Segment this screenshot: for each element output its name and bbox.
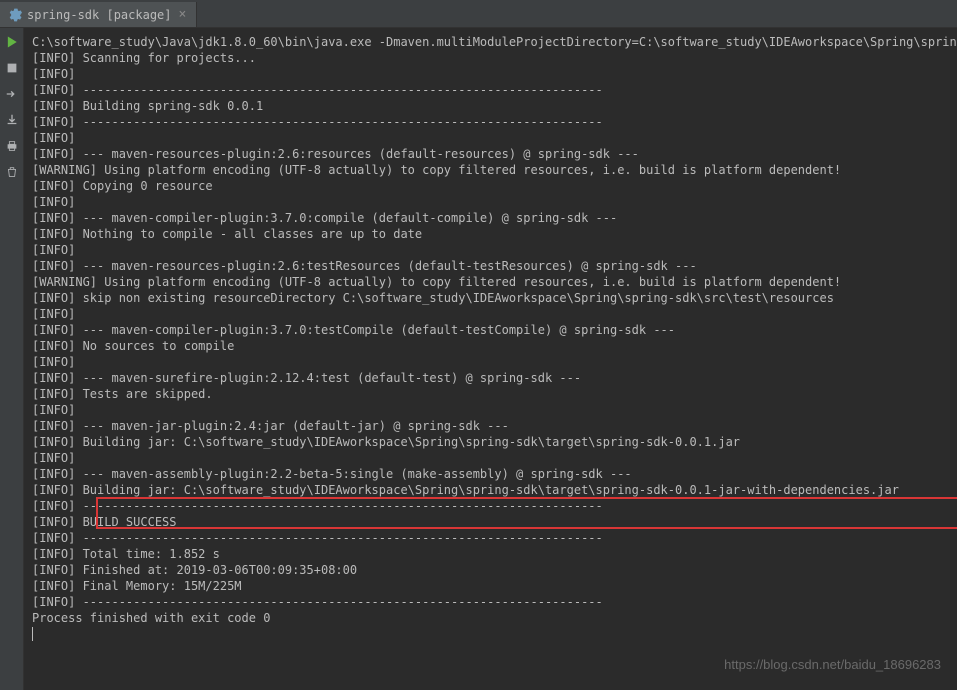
console-line: [INFO]	[32, 130, 949, 146]
console-line: [INFO] Copying 0 resource	[32, 178, 949, 194]
console-line: [INFO]	[32, 402, 949, 418]
console-line: [INFO]	[32, 354, 949, 370]
console-line: [INFO] Building jar: C:\software_study\I…	[32, 482, 949, 498]
console-line: [INFO] --- maven-compiler-plugin:3.7.0:t…	[32, 322, 949, 338]
console-line: [INFO] Finished at: 2019-03-06T00:09:35+…	[32, 562, 949, 578]
console-line: [INFO] Tests are skipped.	[32, 386, 949, 402]
run-tab[interactable]: spring-sdk [package] ×	[0, 2, 197, 27]
console-line: [INFO] ---------------------------------…	[32, 82, 949, 98]
console-line: [INFO] --- maven-assembly-plugin:2.2-bet…	[32, 466, 949, 482]
console-line: [INFO] --- maven-compiler-plugin:3.7.0:c…	[32, 210, 949, 226]
console-line: [INFO] No sources to compile	[32, 338, 949, 354]
console-line: [INFO] Total time: 1.852 s	[32, 546, 949, 562]
console-line: [INFO] skip non existing resourceDirecto…	[32, 290, 949, 306]
tool-sidebar	[0, 28, 24, 690]
export-icon[interactable]	[4, 112, 20, 128]
console-line: [INFO]	[32, 450, 949, 466]
console-line: [INFO]	[32, 242, 949, 258]
console-line: [INFO] Final Memory: 15M/225M	[32, 578, 949, 594]
console-line: [INFO] Building spring-sdk 0.0.1	[32, 98, 949, 114]
console-line: [WARNING] Using platform encoding (UTF-8…	[32, 162, 949, 178]
watermark: https://blog.csdn.net/baidu_18696283	[724, 657, 941, 672]
console-line: [WARNING] Using platform encoding (UTF-8…	[32, 274, 949, 290]
tab-bar: spring-sdk [package] ×	[0, 2, 957, 28]
console-line: [INFO] --- maven-surefire-plugin:2.12.4:…	[32, 370, 949, 386]
console-line: [INFO] Building jar: C:\software_study\I…	[32, 434, 949, 450]
step-icon[interactable]	[4, 86, 20, 102]
console-line: [INFO] --- maven-resources-plugin:2.6:re…	[32, 146, 949, 162]
console-line: [INFO] --- maven-resources-plugin:2.6:te…	[32, 258, 949, 274]
console-line: [INFO] ---------------------------------…	[32, 498, 949, 514]
delete-icon[interactable]	[4, 164, 20, 180]
cursor	[32, 627, 33, 641]
console-line: [INFO]	[32, 66, 949, 82]
close-icon[interactable]: ×	[177, 7, 189, 22]
tab-label: spring-sdk [package]	[27, 8, 172, 22]
console-line: [INFO] Scanning for projects...	[32, 50, 949, 66]
console-line: [INFO] Nothing to compile - all classes …	[32, 226, 949, 242]
console-output[interactable]: C:\software_study\Java\jdk1.8.0_60\bin\j…	[24, 28, 957, 690]
console-line: [INFO] BUILD SUCCESS	[32, 514, 949, 530]
gear-icon	[8, 8, 22, 22]
console-line: [INFO] ---------------------------------…	[32, 114, 949, 130]
console-line: [INFO]	[32, 194, 949, 210]
console-line: Process finished with exit code 0	[32, 610, 949, 626]
console-line: [INFO] --- maven-jar-plugin:2.4:jar (def…	[32, 418, 949, 434]
rerun-icon[interactable]	[4, 34, 20, 50]
console-line: [INFO] ---------------------------------…	[32, 530, 949, 546]
content-area: C:\software_study\Java\jdk1.8.0_60\bin\j…	[0, 28, 957, 690]
stop-icon[interactable]	[4, 60, 20, 76]
console-line: [INFO] ---------------------------------…	[32, 594, 949, 610]
console-line: C:\software_study\Java\jdk1.8.0_60\bin\j…	[32, 34, 949, 50]
console-line: [INFO]	[32, 306, 949, 322]
print-icon[interactable]	[4, 138, 20, 154]
